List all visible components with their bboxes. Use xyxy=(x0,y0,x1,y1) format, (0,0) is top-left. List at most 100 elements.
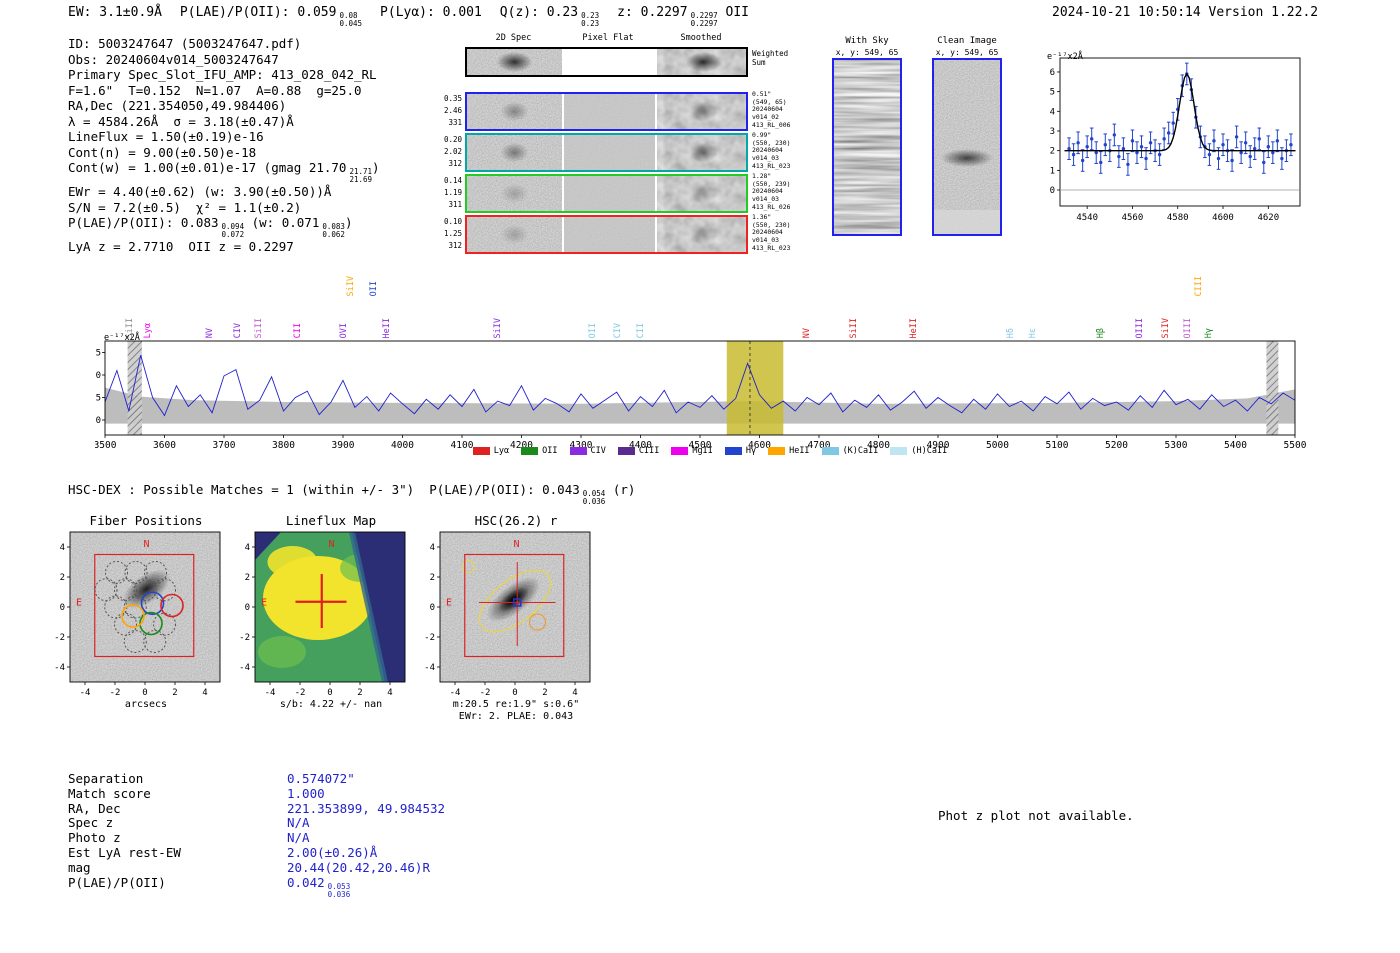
info-line: Cont(n) = 9.00(±0.50)e-18 xyxy=(68,145,380,161)
y-tick-label: -2 xyxy=(239,633,250,643)
x-tick-label: 4620 xyxy=(1257,213,1279,223)
flux-mid-region-2 xyxy=(258,636,306,668)
signal-blob xyxy=(500,142,529,163)
x-tick-label: 5200 xyxy=(1105,440,1128,451)
text-segment: 221.353899, 49.984532 xyxy=(287,800,446,816)
data-point xyxy=(1089,137,1094,141)
line-id-label: Hβ xyxy=(1096,327,1106,338)
legend-label: Hγ xyxy=(745,446,757,456)
line-id-label: HeII xyxy=(382,317,392,338)
match-field-value: 0.574072" xyxy=(287,771,355,787)
stat-value: 0.14 xyxy=(443,176,462,185)
y-tick-label: -2 xyxy=(424,633,435,643)
pixel-flat-image xyxy=(564,176,655,211)
text-segment: Q(z): 0.23 0.23 0.23 xyxy=(499,5,600,29)
info-line: S/N = 7.2(±0.5) χ² = 1.1(±0.2) xyxy=(68,200,380,216)
hsc-image-panel: N E -4 -4 -2 -2 0 0 2 2 4 4 xyxy=(424,531,591,698)
legend-swatch xyxy=(617,447,635,455)
row-fiber-annotation: 1.28" (550, 239) 20240604 v014_03 413_RL… xyxy=(752,172,791,211)
stat-value: 312 xyxy=(448,159,462,168)
y-tick-label: 4 xyxy=(1050,107,1055,117)
line-id-label: NV xyxy=(205,327,215,338)
hsc-r-title: HSC(26.2) r xyxy=(474,513,558,528)
x-tick-label: 2 xyxy=(542,688,547,698)
compass-east-label: E xyxy=(446,598,452,609)
col-title-2d-spec: 2D Spec xyxy=(495,33,532,43)
signal-blob xyxy=(689,183,718,204)
row-stat-labels: 0.10 1.25 312 xyxy=(438,217,462,250)
data-point xyxy=(1076,141,1080,145)
match-field-label: P(LAE)/P(OII) xyxy=(68,874,166,890)
text-segment: 0.042 0.053 0.036 xyxy=(287,874,351,899)
y-tick-label: -4 xyxy=(239,663,250,673)
match-field-label: Spec z xyxy=(68,815,114,831)
info-line: EWr = 4.40(±0.62) (w: 3.90(±0.50))Å xyxy=(68,184,380,200)
text-segment: P(LAE)/P(OII): 0.083 0.094 0.072 (w: 0.071… xyxy=(68,215,353,240)
match-field-label: Photo z xyxy=(68,830,121,846)
stat-value: 2.02 xyxy=(443,147,462,156)
line-id-label: SiIV xyxy=(1161,317,1171,338)
y-tick-label: 3 xyxy=(1050,127,1055,137)
match-field-value: 20.44(20.42,20.46)R xyxy=(287,859,430,876)
elixer-report-page: EW: 3.1±0.9Å P(LAE)/P(OII): 0.059 0.08 0.04… xyxy=(0,0,1400,953)
table-row: Est LyA rest-EW 2.00(±0.26)Å xyxy=(68,845,445,861)
line-id-label: OIII xyxy=(1183,317,1193,338)
data-point xyxy=(1126,162,1130,167)
y-tick-label: 0 xyxy=(60,603,65,613)
text-segment: 1.000 xyxy=(287,785,325,801)
legend-item: CIV xyxy=(569,446,606,456)
stat-value: 2.46 xyxy=(443,106,462,115)
data-point xyxy=(1230,158,1234,163)
text-segment: Obs: 20240604v014_5003247647 xyxy=(68,51,279,67)
lineflux-caption: s/b: 4.22 +/- nan xyxy=(279,699,383,710)
x-tick-label: -4 xyxy=(450,688,461,698)
y-tick-label: 4 xyxy=(245,543,250,553)
text-segment: λ = 4584.26Å σ = 3.18(±0.47)Å xyxy=(68,113,294,129)
line-id-label: Lyα xyxy=(143,322,153,338)
signal-blob xyxy=(689,101,718,122)
x-tick-label: 5100 xyxy=(1046,440,1069,451)
cutout-row xyxy=(465,133,748,172)
info-line: RA,Dec (221.354050,49.984406) xyxy=(68,98,380,114)
stat-value: 0.20 xyxy=(443,135,462,144)
x-tick-label: 5400 xyxy=(1224,440,1247,451)
catalog-match-table: Separation 0.574072" Match score 1.000 RA, D… xyxy=(68,771,446,899)
x-tick-label: 0 xyxy=(327,688,332,698)
y-tick-label: 2 xyxy=(1050,147,1055,157)
x-tick-label: 4560 xyxy=(1122,213,1144,223)
legend-label: Lyα xyxy=(493,446,510,456)
data-point xyxy=(1080,158,1085,163)
text-segment: Primary Spec_Slot_IFU_AMP: 413_028_042_R… xyxy=(68,67,377,82)
data-point xyxy=(1239,150,1243,155)
line-id-label: OIII xyxy=(1135,317,1145,338)
legend-item: MgII xyxy=(671,446,713,456)
data-point xyxy=(1071,152,1076,157)
line-id-label: SiIV xyxy=(493,317,503,338)
weighted-sum-label: Weighted Sum xyxy=(752,49,789,67)
data-point xyxy=(1207,152,1212,157)
match-field-label: Match score xyxy=(68,785,151,801)
text-segment: P(LAE)/P(OII): 0.059 0.08 0.045 xyxy=(179,5,363,29)
full-spectrum-plot: 3500 3600 3700 3800 3900 4000 4100 4200 4300 4400… xyxy=(95,340,1307,451)
x-tick-label: 4 xyxy=(387,688,392,698)
uncertainty-stack: 0.094 0.072 xyxy=(221,222,245,240)
legend-label: OII xyxy=(542,446,558,456)
x-tick-label: 4580 xyxy=(1167,213,1189,223)
data-point xyxy=(1212,139,1216,143)
y-tick-label: 1 xyxy=(1050,166,1055,176)
match-field-value: 1.000 xyxy=(287,785,325,802)
data-point xyxy=(1067,146,1071,151)
data-point xyxy=(1289,143,1293,147)
clean-image xyxy=(932,58,1002,236)
legend-label: HeII xyxy=(789,446,810,456)
legend-swatch xyxy=(521,447,539,455)
legend-swatch xyxy=(671,447,689,455)
data-point xyxy=(1139,145,1144,149)
text-segment: 20.44(20.42,20.46)R xyxy=(287,859,430,875)
line-id-label: OII xyxy=(588,322,598,338)
header-summary-line: EW: 3.1±0.9Å P(LAE)/P(OII): 0.059 0.08 0.04… xyxy=(68,5,767,28)
compass-east-label: E xyxy=(261,598,267,609)
hsc-caption-2: EWr: 2. PLAE: 0.043 xyxy=(458,711,574,722)
signal-blob xyxy=(689,142,718,163)
line-id-label: OVI xyxy=(339,322,349,338)
